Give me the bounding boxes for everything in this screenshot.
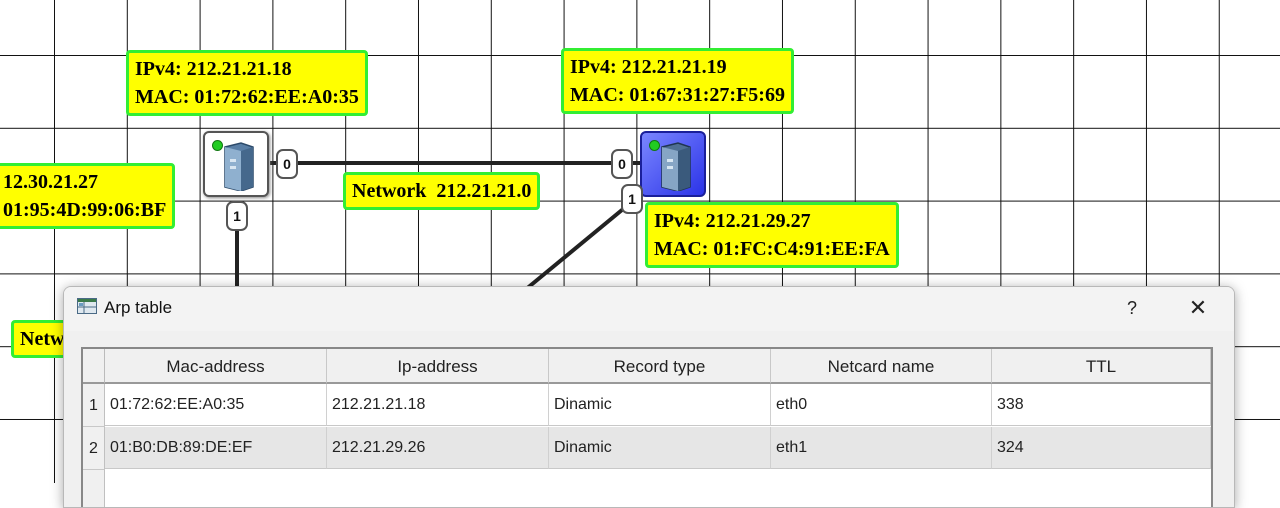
column-header-netcard[interactable]: Netcard name	[771, 349, 992, 384]
node-label-far-left: 12.30.21.27 01:95:4D:99:06:BF	[0, 163, 176, 229]
node-ip: IPv4: 212.21.21.19	[570, 56, 727, 78]
router-node-right[interactable]	[640, 131, 706, 197]
table-cell-mac[interactable]: 01:72:62:EE:A0:35	[105, 384, 327, 426]
link-right-down	[523, 203, 630, 292]
port-left-0[interactable]: 0	[276, 149, 298, 179]
arp-table-dialog: Arp table ? ✕ Mac-address Ip-address Rec…	[63, 286, 1235, 508]
table-cell-netcard[interactable]: eth0	[771, 384, 992, 426]
row-header[interactable]: 1	[83, 384, 105, 427]
node-mac: MAC: 01:67:31:27:F5:69	[570, 84, 785, 106]
dialog-title: Arp table	[104, 298, 173, 317]
close-button[interactable]: ✕	[1178, 293, 1218, 323]
help-button[interactable]: ?	[1114, 293, 1150, 323]
network-label: Network 212.21.21.0	[343, 172, 541, 210]
node-label-right-eth1: IPv4: 212.21.29.27 MAC: 01:FC:C4:91:EE:F…	[645, 202, 899, 268]
table-cell-ip[interactable]: 212.21.21.18	[327, 384, 549, 426]
router-icon	[224, 142, 254, 191]
row-header-empty	[83, 470, 105, 507]
table-cell-ttl[interactable]: 324	[992, 427, 1211, 469]
table-cell-record-type[interactable]: Dinamic	[549, 427, 771, 469]
arp-table[interactable]: Mac-address Ip-address Record type Netca…	[81, 347, 1213, 507]
table-cell-ttl[interactable]: 338	[992, 384, 1211, 426]
port-right-0[interactable]: 0	[611, 149, 633, 179]
node-mac: MAC: 01:72:62:EE:A0:35	[135, 86, 359, 108]
router-node-left[interactable]	[203, 131, 269, 197]
node-mac: MAC: 01:FC:C4:91:EE:FA	[654, 238, 890, 260]
column-header-ttl[interactable]: TTL	[992, 349, 1211, 384]
node-ip: 12.30.21.27	[3, 171, 98, 193]
column-header-mac[interactable]: Mac-address	[105, 349, 327, 384]
row-header[interactable]: 2	[83, 427, 105, 470]
port-right-1[interactable]: 1	[621, 184, 643, 214]
table-corner[interactable]	[83, 349, 105, 384]
node-label-left: IPv4: 212.21.21.18 MAC: 01:72:62:EE:A0:3…	[126, 50, 368, 116]
node-ip: IPv4: 212.21.29.27	[654, 210, 811, 232]
network-label-partial: Netw	[11, 320, 71, 358]
router-icon	[661, 142, 691, 191]
table-window-icon	[77, 298, 97, 314]
table-cell-netcard[interactable]: eth1	[771, 427, 992, 469]
port-left-1[interactable]: 1	[226, 201, 248, 231]
table-cell-mac[interactable]: 01:B0:DB:89:DE:EF	[105, 427, 327, 469]
node-mac: 01:95:4D:99:06:BF	[3, 199, 167, 221]
dialog-titlebar[interactable]: Arp table ? ✕	[64, 287, 1234, 331]
table-cell-ip[interactable]: 212.21.29.26	[327, 427, 549, 469]
column-header-record-type[interactable]: Record type	[549, 349, 771, 384]
node-ip: IPv4: 212.21.21.18	[135, 58, 292, 80]
table-cell-record-type[interactable]: Dinamic	[549, 384, 771, 426]
column-header-ip[interactable]: Ip-address	[327, 349, 549, 384]
node-label-right: IPv4: 212.21.21.19 MAC: 01:67:31:27:F5:6…	[561, 48, 794, 114]
